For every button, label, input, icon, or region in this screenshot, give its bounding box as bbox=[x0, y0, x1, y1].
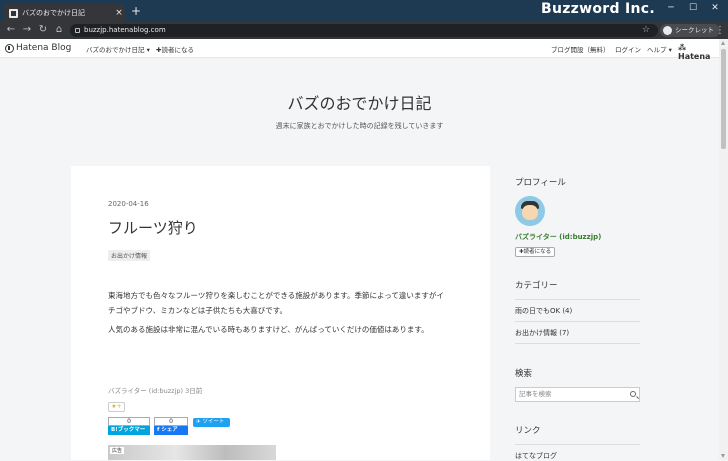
tab-title: バズのおでかけ日記 bbox=[22, 9, 85, 17]
tweet-label: ツイート bbox=[202, 419, 225, 425]
facebook-share-button[interactable]: f シェア bbox=[154, 426, 188, 435]
tweet-button[interactable]: ✈ ツイート bbox=[193, 418, 230, 427]
new-tab-button[interactable]: + bbox=[129, 5, 143, 19]
incognito-icon bbox=[663, 26, 672, 35]
browser-tab[interactable]: バズのおでかけ日記 × bbox=[4, 4, 125, 22]
caret-down-icon: ▾ bbox=[146, 46, 150, 54]
bookmark-count: 0 bbox=[108, 417, 150, 426]
profile-username[interactable]: バズライター (id:buzzjp) bbox=[515, 232, 601, 242]
browser-toolbar: ← → ↻ ⌂ buzzjp.hatenablog.com ☆ シークレット ⋮ bbox=[0, 22, 728, 39]
ad-tag: 広告 bbox=[110, 447, 125, 454]
category-item[interactable]: お出かけ情報 (7) bbox=[515, 328, 569, 338]
category-item[interactable]: 雨の日でもOK (4) bbox=[515, 306, 572, 316]
divider bbox=[515, 343, 640, 344]
sidebar-subscribe-button[interactable]: ✚読者になる bbox=[515, 247, 556, 257]
back-icon[interactable]: ← bbox=[4, 23, 18, 37]
category-heading: カテゴリー bbox=[515, 281, 558, 291]
help-label: ヘルプ bbox=[647, 46, 667, 54]
entry-article: 2020-04-16 フルーツ狩り お出かけ情報 東海地方でも色々なフルーツ狩り… bbox=[71, 166, 490, 460]
browser-menu-icon[interactable]: ⋮ bbox=[715, 25, 725, 36]
divider bbox=[515, 299, 640, 300]
search-icon[interactable] bbox=[630, 391, 636, 397]
add-star-button[interactable]: ★+ bbox=[108, 402, 125, 412]
links-heading: リンク bbox=[515, 426, 541, 436]
url-text: buzzjp.hatenablog.com bbox=[84, 26, 166, 34]
maximize-icon[interactable]: ☐ bbox=[686, 3, 700, 13]
bookmark-star-icon[interactable]: ☆ bbox=[642, 24, 650, 37]
hatena-logo[interactable]: ⁂ Hatena bbox=[678, 43, 719, 61]
entry-category-tag[interactable]: お出かけ情報 bbox=[108, 250, 151, 261]
help-menu[interactable]: ヘルプ ▾ bbox=[647, 44, 672, 54]
entry-title[interactable]: フルーツ狩り bbox=[108, 217, 198, 238]
blog-title[interactable]: バズのおでかけ日記 bbox=[0, 90, 719, 114]
hatena-logo-mark-icon: ⁂ bbox=[678, 43, 687, 52]
divider bbox=[515, 444, 640, 445]
avatar[interactable] bbox=[515, 196, 545, 226]
facebook-count: 0 bbox=[154, 417, 188, 426]
search-input[interactable]: 記事を検索 bbox=[515, 387, 640, 402]
incognito-indicator[interactable]: シークレット bbox=[660, 24, 720, 37]
twitter-bird-icon: ✈ bbox=[196, 419, 201, 425]
start-blog-link[interactable]: ブログ開設（無料） bbox=[551, 44, 610, 54]
scroll-down-icon[interactable] bbox=[721, 454, 725, 458]
scroll-thumb[interactable] bbox=[721, 49, 726, 149]
home-icon[interactable]: ⌂ bbox=[52, 23, 66, 37]
reload-icon[interactable]: ↻ bbox=[36, 23, 50, 37]
scroll-up-icon[interactable] bbox=[721, 41, 725, 45]
bookmark-button[interactable]: B!ブックマーク bbox=[108, 426, 150, 442]
subscribe-link[interactable]: ✚読者になる bbox=[156, 44, 194, 54]
hatena-bookmark-share[interactable]: 0 B!ブックマーク bbox=[108, 417, 150, 442]
tab-favicon-icon bbox=[9, 8, 18, 18]
hatena-logo-icon bbox=[5, 43, 14, 53]
avatar-face bbox=[522, 205, 538, 220]
brand-watermark: Buzzword Inc. bbox=[541, 1, 655, 17]
hatena-blog-logo-text: Hatena Blog bbox=[16, 43, 72, 53]
blog-menu-dropdown[interactable]: バズのおでかけ日記 ▾ bbox=[86, 44, 150, 54]
page-scrollbar[interactable] bbox=[719, 39, 728, 460]
minimize-icon[interactable]: ─ bbox=[664, 3, 678, 13]
caret-down-icon: ▾ bbox=[668, 46, 672, 54]
address-bar[interactable]: buzzjp.hatenablog.com bbox=[70, 24, 658, 37]
entry-paragraph: 東海地方でも色々なフルーツ狩りを楽しむことができる施設があります。季節によって違… bbox=[108, 291, 444, 315]
hatena-header: Hatena Blog バズのおでかけ日記 ▾ ✚読者になる ブログ開設（無料）… bbox=[0, 39, 719, 61]
hatena-logo-text: Hatena bbox=[678, 52, 711, 61]
login-link[interactable]: ログイン bbox=[615, 44, 641, 54]
blog-menu-label: バズのおでかけ日記 bbox=[86, 46, 145, 54]
window-close-icon[interactable]: ✕ bbox=[708, 3, 722, 13]
search-placeholder: 記事を検索 bbox=[519, 390, 552, 398]
hatena-blog-logo[interactable]: Hatena Blog bbox=[5, 43, 71, 53]
forward-icon[interactable]: → bbox=[20, 23, 34, 37]
search-heading: 検索 bbox=[515, 369, 533, 379]
related-image[interactable]: 広告 bbox=[108, 445, 276, 460]
divider bbox=[515, 321, 640, 322]
profile-heading: プロフィール bbox=[515, 178, 566, 188]
entry-date[interactable]: 2020-04-16 bbox=[108, 200, 149, 208]
entry-author-line[interactable]: バズライター (id:buzzjp) 3日前 bbox=[108, 385, 202, 395]
tab-close-icon[interactable]: × bbox=[113, 8, 125, 18]
incognito-label: シークレット bbox=[675, 26, 714, 34]
blog-description: 週末に家族とおでかけした時の記録を残していきます bbox=[275, 122, 444, 130]
entry-paragraph: 人気のある施設は非常に混んでいる時もありますけど、がんばっていくだけの価値はあり… bbox=[108, 325, 429, 334]
lock-icon bbox=[75, 28, 80, 33]
browser-titlebar: バズのおでかけ日記 × + Buzzword Inc. ─ ☐ ✕ bbox=[0, 0, 728, 22]
facebook-share[interactable]: 0 f シェア bbox=[154, 417, 188, 435]
